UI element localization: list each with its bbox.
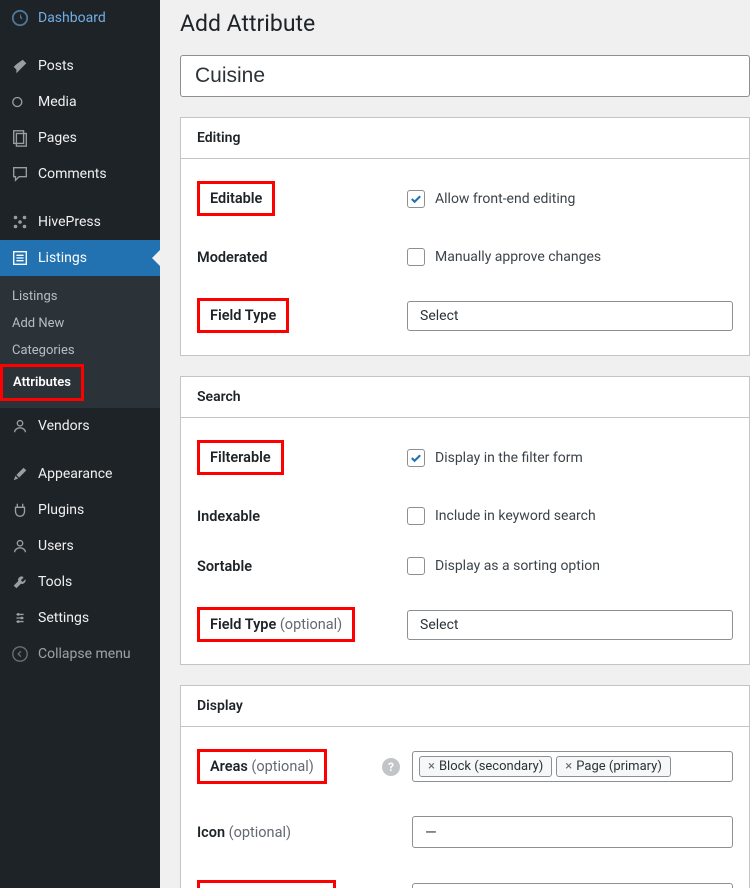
editable-checkbox[interactable] — [407, 190, 425, 208]
sidebar-item-label: Tools — [38, 574, 72, 590]
indexable-check-label: Include in keyword search — [435, 508, 596, 524]
sidebar-item-appearance[interactable]: Appearance — [0, 456, 160, 492]
editing-panel: Editing Editable Allow front-end editing… — [180, 117, 750, 356]
field-type-label: Field Type — [197, 298, 289, 333]
media-icon — [10, 92, 30, 112]
sidebar-item-label: Pages — [38, 130, 77, 146]
sidebar-item-label: Media — [38, 94, 77, 110]
sidebar-item-label: Comments — [38, 166, 107, 182]
display-panel-header: Display — [181, 686, 749, 727]
filterable-checkbox[interactable] — [407, 449, 425, 467]
icon-select[interactable]: — — [412, 816, 733, 848]
moderated-label: Moderated — [197, 249, 407, 266]
indexable-checkbox[interactable] — [407, 507, 425, 525]
settings-icon — [10, 608, 30, 628]
sidebar-item-pages[interactable]: Pages — [0, 120, 160, 156]
pages-icon — [10, 128, 30, 148]
display-panel: Display Areas (optional) ? ×Block (secon… — [180, 685, 750, 888]
sidebar-item-hivepress[interactable]: HivePress — [0, 204, 160, 240]
sidebar-item-label: Settings — [38, 610, 89, 626]
attribute-title-input[interactable] — [180, 55, 750, 97]
editing-panel-header: Editing — [181, 118, 749, 159]
page-title: Add Attribute — [180, 10, 750, 37]
icon-label: Icon (optional) — [197, 824, 412, 841]
main-content: Add Attribute Editing Editable Allow fro… — [160, 0, 750, 888]
hive-icon — [10, 212, 30, 232]
moderated-checkbox[interactable] — [407, 248, 425, 266]
comments-icon — [10, 164, 30, 184]
brush-icon — [10, 464, 30, 484]
sidebar-item-plugins[interactable]: Plugins — [0, 492, 160, 528]
help-icon[interactable]: ? — [382, 758, 400, 776]
pin-icon — [10, 56, 30, 76]
sidebar-item-listings[interactable]: Listings — [0, 240, 160, 276]
sidebar-item-users[interactable]: Users — [0, 528, 160, 564]
sidebar-item-label: Collapse menu — [38, 646, 131, 662]
sidebar-item-media[interactable]: Media — [0, 84, 160, 120]
plug-icon — [10, 500, 30, 520]
sidebar-item-vendors[interactable]: Vendors — [0, 408, 160, 444]
format-label: Format (optional) — [197, 880, 336, 888]
areas-tags-field[interactable]: ×Block (secondary) ×Page (primary) — [412, 751, 733, 782]
sidebar-item-tools[interactable]: Tools — [0, 564, 160, 600]
admin-sidebar: Dashboard Posts Media Pages Comments Hiv… — [0, 0, 160, 888]
submenu-item-add-new[interactable]: Add New — [0, 310, 160, 337]
format-input[interactable] — [412, 883, 733, 888]
submenu-item-categories[interactable]: Categories — [0, 337, 160, 364]
sidebar-item-label: HivePress — [38, 214, 101, 230]
sidebar-item-label: Plugins — [38, 502, 84, 518]
editable-label: Editable — [197, 181, 275, 216]
area-tag: ×Block (secondary) — [419, 756, 552, 777]
submenu-item-attributes[interactable]: Attributes — [0, 364, 84, 401]
search-field-type-select[interactable]: Select — [407, 610, 733, 640]
sortable-check-label: Display as a sorting option — [435, 558, 600, 574]
sidebar-item-label: Posts — [38, 58, 74, 74]
sidebar-item-label: Listings — [38, 250, 87, 266]
sidebar-item-collapse[interactable]: Collapse menu — [0, 636, 160, 672]
sidebar-item-label: Appearance — [38, 466, 112, 482]
collapse-icon — [10, 644, 30, 664]
indexable-label: Indexable — [197, 508, 407, 525]
wrench-icon — [10, 572, 30, 592]
search-panel-header: Search — [181, 377, 749, 418]
sidebar-item-comments[interactable]: Comments — [0, 156, 160, 192]
sidebar-submenu: Listings Add New Categories Attributes — [0, 276, 160, 408]
sidebar-item-label: Dashboard — [38, 10, 106, 26]
tag-remove-icon[interactable]: × — [428, 759, 435, 774]
search-field-type-label: Field Type (optional) — [197, 607, 355, 642]
sidebar-item-settings[interactable]: Settings — [0, 600, 160, 636]
moderated-check-label: Manually approve changes — [435, 249, 601, 265]
editable-check-label: Allow front-end editing — [435, 191, 575, 207]
areas-label: Areas (optional) — [197, 749, 327, 784]
submenu-item-listings[interactable]: Listings — [0, 283, 160, 310]
sidebar-item-dashboard[interactable]: Dashboard — [0, 0, 160, 36]
filterable-check-label: Display in the filter form — [435, 450, 583, 466]
area-tag: ×Page (primary) — [556, 756, 671, 777]
sidebar-item-label: Vendors — [38, 418, 90, 434]
editing-field-type-select[interactable]: Select — [407, 301, 733, 331]
tag-remove-icon[interactable]: × — [565, 759, 572, 774]
user-icon — [10, 536, 30, 556]
search-panel: Search Filterable Display in the filter … — [180, 376, 750, 665]
sortable-checkbox[interactable] — [407, 557, 425, 575]
sortable-label: Sortable — [197, 558, 407, 575]
dashboard-icon — [10, 8, 30, 28]
filterable-label: Filterable — [197, 440, 284, 475]
sidebar-item-posts[interactable]: Posts — [0, 48, 160, 84]
listings-icon — [10, 248, 30, 268]
sidebar-item-label: Users — [38, 538, 74, 554]
user-icon — [10, 416, 30, 436]
